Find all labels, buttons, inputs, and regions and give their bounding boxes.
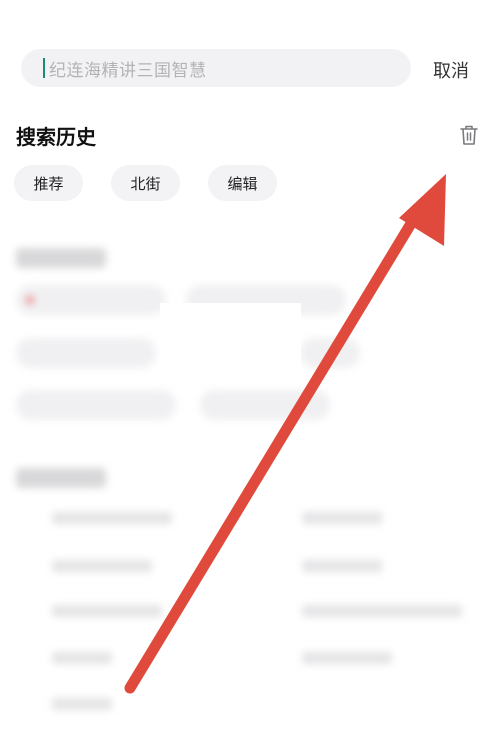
history-chip[interactable]: 北街 — [111, 165, 180, 201]
blurred-list-item — [280, 512, 382, 528]
search-placeholder: 纪连海精讲三国智慧 — [49, 60, 207, 81]
blurred-list-item — [280, 605, 462, 621]
blurred-list-item — [30, 605, 162, 621]
blurred-pill — [16, 390, 176, 420]
blurred-list-item — [30, 698, 112, 714]
blurred-pill — [300, 338, 360, 368]
search-history-title: 搜索历史 — [16, 125, 96, 149]
history-chip[interactable]: 推荐 — [14, 165, 83, 201]
blurred-section-title — [16, 468, 106, 488]
blurred-list-item — [30, 652, 112, 668]
trash-icon[interactable] — [458, 123, 480, 147]
blurred-list-item — [280, 560, 382, 576]
blurred-pill — [16, 338, 156, 368]
blurred-pill — [16, 285, 166, 315]
search-input[interactable]: 纪连海精讲三国智慧 — [21, 49, 411, 87]
blurred-list-item — [30, 560, 152, 576]
redaction-patch — [160, 303, 301, 381]
blurred-pill — [200, 390, 330, 420]
blurred-list-item — [30, 512, 172, 528]
blurred-list-item — [280, 652, 392, 668]
cancel-button[interactable]: 取消 — [433, 57, 469, 83]
history-chip[interactable]: 编辑 — [208, 165, 277, 201]
text-cursor — [43, 58, 45, 78]
blurred-section-title — [16, 248, 106, 268]
